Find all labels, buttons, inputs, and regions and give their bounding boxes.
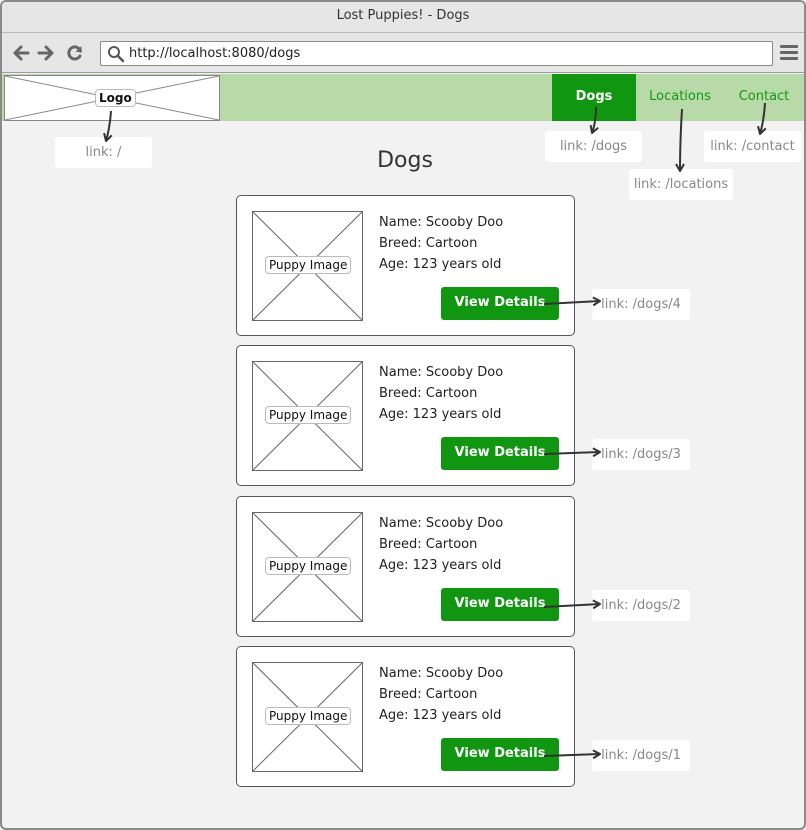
url-text: http://localhost:8080/dogs: [129, 46, 301, 61]
puppy-image-label: Puppy Image: [265, 256, 352, 274]
back-arrow-icon[interactable]: [10, 42, 32, 64]
puppy-image: Puppy Image: [252, 361, 363, 471]
annotation-dog-link: link: /dogs/2: [592, 590, 690, 621]
puppy-image: Puppy Image: [252, 512, 363, 622]
search-icon: [108, 45, 125, 62]
puppy-image-label: Puppy Image: [265, 406, 352, 424]
annotation-locations-link: link: /locations: [629, 169, 733, 200]
annotation-dog-link: link: /dogs/3: [592, 439, 690, 470]
nav-contact[interactable]: Contact: [726, 74, 802, 121]
dog-age: Age: 123 years old: [379, 708, 502, 723]
dog-card: Puppy Image Name: Scooby Doo Breed: Cart…: [236, 646, 575, 787]
dog-age: Age: 123 years old: [379, 257, 502, 272]
logo-label: Logo: [95, 89, 136, 107]
dog-breed: Breed: Cartoon: [379, 236, 478, 251]
dog-breed: Breed: Cartoon: [379, 687, 478, 702]
dog-age: Age: 123 years old: [379, 407, 502, 422]
window-title: Lost Puppies! - Dogs: [2, 2, 804, 33]
view-details-button[interactable]: View Details: [441, 588, 559, 621]
nav-dogs[interactable]: Dogs: [552, 74, 636, 121]
reload-icon[interactable]: [64, 42, 86, 64]
site-header: Logo Dogs Locations Contact: [2, 74, 804, 121]
page-title: Dogs: [377, 148, 433, 173]
view-details-button[interactable]: View Details: [441, 437, 559, 470]
forward-arrow-icon[interactable]: [35, 42, 57, 64]
puppy-image-label: Puppy Image: [265, 557, 352, 575]
puppy-image: Puppy Image: [252, 211, 363, 321]
dog-card: Puppy Image Name: Scooby Doo Breed: Cart…: [236, 345, 575, 486]
dog-card: Puppy Image Name: Scooby Doo Breed: Cart…: [236, 195, 575, 336]
dog-name: Name: Scooby Doo: [379, 215, 504, 230]
puppy-image-label: Puppy Image: [265, 707, 352, 725]
dog-breed: Breed: Cartoon: [379, 386, 478, 401]
view-details-button[interactable]: View Details: [441, 738, 559, 771]
browser-toolbar: http://localhost:8080/dogs: [2, 33, 804, 73]
nav-locations[interactable]: Locations: [640, 74, 720, 121]
hamburger-menu-icon[interactable]: [780, 45, 798, 61]
dog-name: Name: Scooby Doo: [379, 365, 504, 380]
puppy-image: Puppy Image: [252, 662, 363, 772]
annotation-dog-link: link: /dogs/1: [592, 740, 690, 771]
dog-name: Name: Scooby Doo: [379, 666, 504, 681]
view-details-button[interactable]: View Details: [441, 287, 559, 320]
annotation-dog-link: link: /dogs/4: [592, 289, 690, 320]
dog-breed: Breed: Cartoon: [379, 537, 478, 552]
dog-age: Age: 123 years old: [379, 558, 502, 573]
url-bar[interactable]: http://localhost:8080/dogs: [100, 41, 773, 66]
browser-window: Lost Puppies! - Dogs http://localhost:80…: [0, 0, 806, 830]
dog-name: Name: Scooby Doo: [379, 516, 504, 531]
dog-card: Puppy Image Name: Scooby Doo Breed: Cart…: [236, 496, 575, 637]
logo[interactable]: Logo: [4, 75, 220, 121]
